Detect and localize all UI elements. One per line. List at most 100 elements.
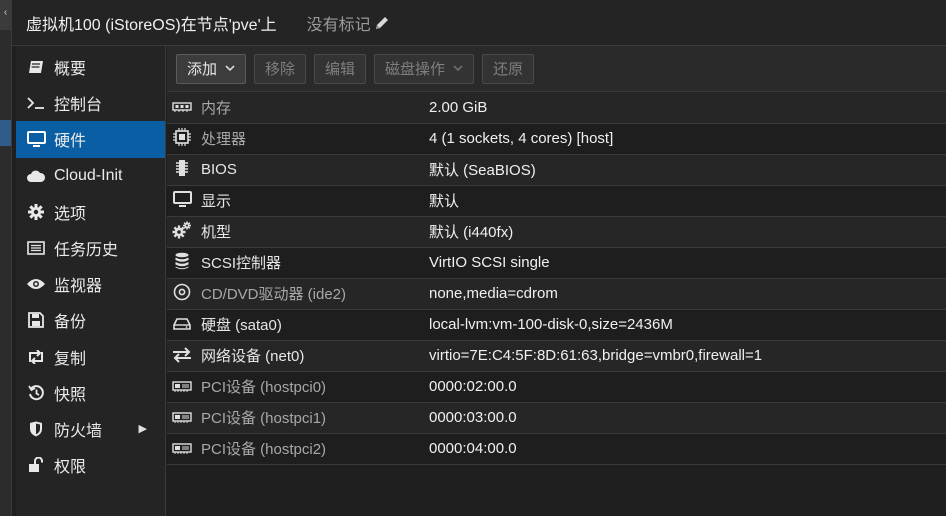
sidebar-item-snapshots[interactable]: 快照 [16, 375, 165, 411]
table-row[interactable]: PCI设备 (hostpci1) 0000:03:00.0 [167, 402, 946, 433]
sidebar-item-hardware[interactable]: 硬件 [16, 121, 165, 158]
tags-editor[interactable]: 没有标记 [307, 11, 390, 35]
harddisk-icon [171, 314, 193, 334]
table-row[interactable]: 硬盘 (sata0) local-lvm:vm-100-disk-0,size=… [167, 309, 946, 340]
monitor-icon [26, 130, 46, 148]
sidebar-item-firewall[interactable]: 防火墙 ▶ [16, 411, 165, 447]
sidebar-item-backup[interactable]: 备份 [16, 302, 165, 338]
sidebar-item-label: 快照 [54, 386, 87, 404]
eye-icon [26, 275, 46, 293]
sidebar-item-label: 复制 [54, 350, 87, 368]
edit-button[interactable]: 编辑 [314, 53, 367, 84]
device-name: 机型 [201, 224, 232, 241]
retweet-icon [26, 348, 46, 366]
terminal-icon [26, 94, 46, 112]
table-row[interactable]: 内存 2.00 GiB [167, 92, 946, 123]
chevron-down-icon [225, 65, 235, 72]
database-icon [171, 251, 193, 271]
collapse-handle[interactable]: ‹ [0, 0, 11, 30]
table-row[interactable]: CD/DVD驱动器 (ide2) none,media=cdrom [167, 278, 946, 309]
device-name: CD/DVD驱动器 (ide2) [201, 286, 347, 303]
device-value: local-lvm:vm-100-disk-0,size=2436M [429, 316, 673, 333]
device-value: 2.00 GiB [429, 98, 488, 116]
device-name: 网络设备 (net0) [201, 348, 305, 365]
vm-sidebar: 概要 控制台 硬件 Cloud-Init 选项 任务历史 监视器 备份 复制 快… [16, 46, 166, 516]
sidebar-item-summary[interactable]: 概要 [16, 49, 165, 85]
book-icon [26, 58, 46, 76]
list-icon [26, 239, 46, 257]
sidebar-item-label: 概要 [54, 61, 87, 79]
table-row[interactable]: BIOS 默认 (SeaBIOS) [167, 154, 946, 185]
device-name: PCI设备 (hostpci1) [201, 410, 327, 427]
sidebar-item-cloud-init[interactable]: Cloud-Init [16, 158, 165, 194]
sidebar-item-replication[interactable]: 复制 [16, 339, 165, 375]
device-name: BIOS [201, 161, 237, 178]
device-name: PCI设备 (hostpci0) [201, 379, 327, 396]
device-name: 处理器 [201, 131, 247, 148]
disk-action-label: 磁盘操作 [385, 61, 446, 78]
sidebar-item-label: 控制台 [54, 97, 103, 115]
table-row[interactable]: 显示 默认 [167, 185, 946, 216]
hardware-panel: 添加 移除 编辑 磁盘操作 还原 内存 2.00 GiB 处理器 4 (1 so… [167, 46, 946, 516]
device-value: 0000:04:00.0 [429, 440, 517, 457]
table-row[interactable]: SCSI控制器 VirtIO SCSI single [167, 247, 946, 278]
device-value: 0000:03:00.0 [429, 409, 517, 426]
pci-icon [171, 408, 193, 428]
pci-icon [171, 377, 193, 397]
sidebar-item-label: 备份 [54, 314, 87, 332]
sidebar-item-label: 监视器 [54, 278, 103, 296]
device-value: 默认 (i440fx) [429, 224, 514, 241]
tree-selection-highlight [0, 120, 11, 146]
device-value: 默认 (SeaBIOS) [429, 162, 536, 179]
table-row[interactable]: 处理器 4 (1 sockets, 4 cores) [host] [167, 123, 946, 154]
cpu-icon [171, 127, 193, 147]
sidebar-item-task-history[interactable]: 任务历史 [16, 230, 165, 266]
sidebar-item-console[interactable]: 控制台 [16, 85, 165, 121]
table-row[interactable]: PCI设备 (hostpci2) 0000:04:00.0 [167, 433, 946, 464]
sidebar-item-label: 硬件 [54, 133, 87, 151]
history-icon [26, 384, 46, 402]
table-row[interactable]: 机型 默认 (i440fx) [167, 216, 946, 247]
monitor-icon [171, 189, 193, 209]
title-bar: 虚拟机100 (iStoreOS)在节点'pve'上 没有标记 [12, 0, 946, 46]
device-value: VirtIO SCSI single [429, 254, 550, 271]
remove-button[interactable]: 移除 [254, 53, 307, 84]
device-name: 内存 [201, 99, 232, 117]
shield-icon [26, 420, 46, 438]
sidebar-item-options[interactable]: 选项 [16, 194, 165, 230]
floppy-icon [26, 311, 46, 329]
gear-icon [26, 203, 46, 221]
pencil-icon[interactable] [374, 15, 390, 31]
sidebar-item-permissions[interactable]: 权限 [16, 447, 165, 483]
hardware-table: 内存 2.00 GiB 处理器 4 (1 sockets, 4 cores) [… [167, 92, 946, 465]
table-row[interactable]: PCI设备 (hostpci0) 0000:02:00.0 [167, 371, 946, 402]
table-row[interactable]: 网络设备 (net0) virtio=7E:C4:5F:8D:61:63,bri… [167, 340, 946, 371]
submenu-arrow-icon[interactable]: ▶ [139, 422, 147, 435]
device-name: 显示 [201, 193, 232, 210]
network-icon [171, 345, 193, 365]
memory-icon [171, 97, 193, 117]
gears-icon [171, 220, 193, 240]
device-value: 0000:02:00.0 [429, 378, 517, 395]
pci-icon [171, 439, 193, 459]
device-name: PCI设备 (hostpci2) [201, 441, 327, 458]
sidebar-item-label: 选项 [54, 205, 87, 223]
add-button[interactable]: 添加 [176, 53, 247, 84]
device-value: 4 (1 sockets, 4 cores) [host] [429, 130, 614, 147]
chevron-down-icon [453, 65, 463, 72]
chip-icon [171, 158, 193, 178]
device-name: 硬盘 (sata0) [201, 317, 282, 334]
cdrom-icon [171, 282, 193, 302]
toolbar: 添加 移除 编辑 磁盘操作 还原 [167, 46, 946, 92]
revert-button[interactable]: 还原 [482, 53, 535, 84]
left-edge-strip: ‹ [0, 0, 12, 516]
unlock-icon [26, 456, 46, 474]
sidebar-item-label: 防火墙 [54, 422, 103, 440]
sidebar-item-label: 权限 [54, 459, 87, 477]
disk-action-button[interactable]: 磁盘操作 [374, 53, 475, 84]
device-value: virtio=7E:C4:5F:8D:61:63,bridge=vmbr0,fi… [429, 347, 763, 364]
sidebar-item-monitor[interactable]: 监视器 [16, 266, 165, 302]
sidebar-item-label: Cloud-Init [54, 166, 123, 184]
add-button-label: 添加 [187, 61, 218, 78]
device-value: 默认 [429, 193, 460, 210]
